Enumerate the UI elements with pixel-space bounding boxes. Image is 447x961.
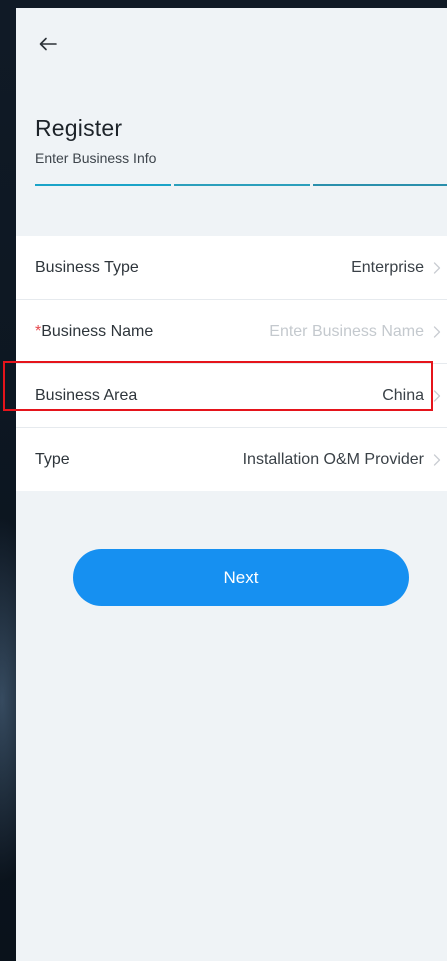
type-row[interactable]: Type Installation O&M Provider <box>16 428 447 491</box>
business-name-input[interactable]: Enter Business Name <box>269 323 424 341</box>
chevron-right-icon <box>433 389 441 402</box>
business-name-row[interactable]: *Business Name Enter Business Name <box>16 300 447 364</box>
business-area-row[interactable]: Business Area China <box>16 364 447 428</box>
chevron-right-icon <box>433 261 441 274</box>
back-button[interactable] <box>34 30 62 58</box>
page-subtitle: Enter Business Info <box>35 150 157 166</box>
app-screen: Register Enter Business Info Business Ty… <box>16 8 447 961</box>
type-value: Installation O&M Provider <box>242 450 424 468</box>
business-info-form: Business Type Enterprise *Business Name … <box>16 236 447 491</box>
business-type-label: Business Type <box>35 258 139 276</box>
chevron-right-icon <box>433 325 441 338</box>
business-area-value: China <box>382 386 424 404</box>
type-label: Type <box>35 450 70 468</box>
business-type-row[interactable]: Business Type Enterprise <box>16 236 447 300</box>
chevron-right-icon <box>433 453 441 466</box>
business-name-label-text: Business Name <box>41 322 154 340</box>
arrow-left-icon <box>39 37 57 51</box>
next-button[interactable]: Next <box>73 549 409 606</box>
page-title: Register <box>35 115 123 141</box>
step-3-indicator <box>313 184 447 186</box>
business-type-value: Enterprise <box>351 258 424 276</box>
step-2-indicator <box>174 184 310 186</box>
business-area-label: Business Area <box>35 386 138 404</box>
step-progress <box>35 184 447 186</box>
step-1-indicator <box>35 184 171 186</box>
business-name-label: *Business Name <box>35 323 153 341</box>
